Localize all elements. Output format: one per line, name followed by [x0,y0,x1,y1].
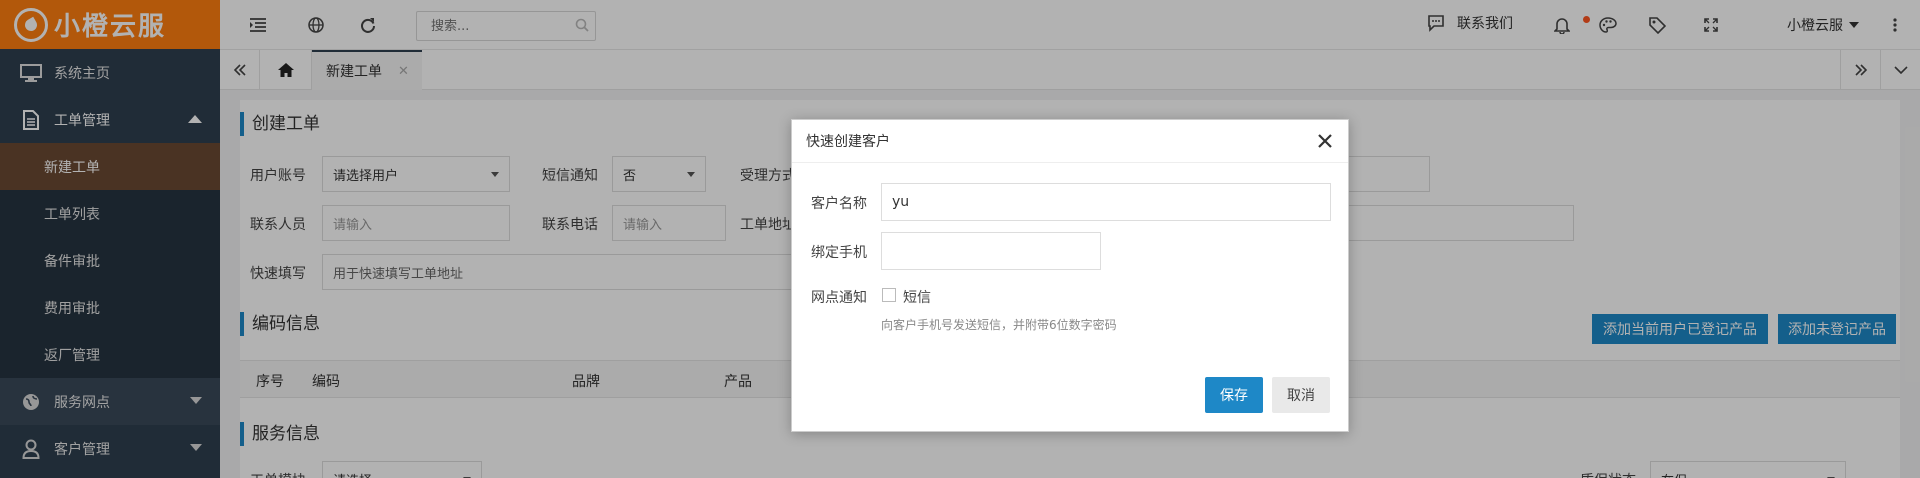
bind-phone-input[interactable] [881,232,1101,270]
notify-label: 网点通知 [811,290,867,306]
close-icon[interactable] [1318,134,1332,152]
dialog-title: 快速创建客户 [806,134,890,150]
dialog-header: 快速创建客户 [792,120,1348,163]
bind-phone-label: 绑定手机 [811,245,867,261]
customer-name-input[interactable] [881,183,1331,221]
quick-create-customer-dialog: 快速创建客户 客户名称 绑定手机 网点通知 短信 向客户手机号发送短信，并附带6… [791,119,1349,432]
sms-checkbox-label[interactable]: 短信 [903,287,931,307]
customer-name-label: 客户名称 [811,196,867,212]
sms-checkbox[interactable] [882,288,896,302]
sms-hint: 向客户手机号发送短信，并附带6位数字密码 [881,318,1117,332]
save-button[interactable]: 保存 [1205,377,1263,413]
cancel-button[interactable]: 取消 [1272,377,1330,413]
